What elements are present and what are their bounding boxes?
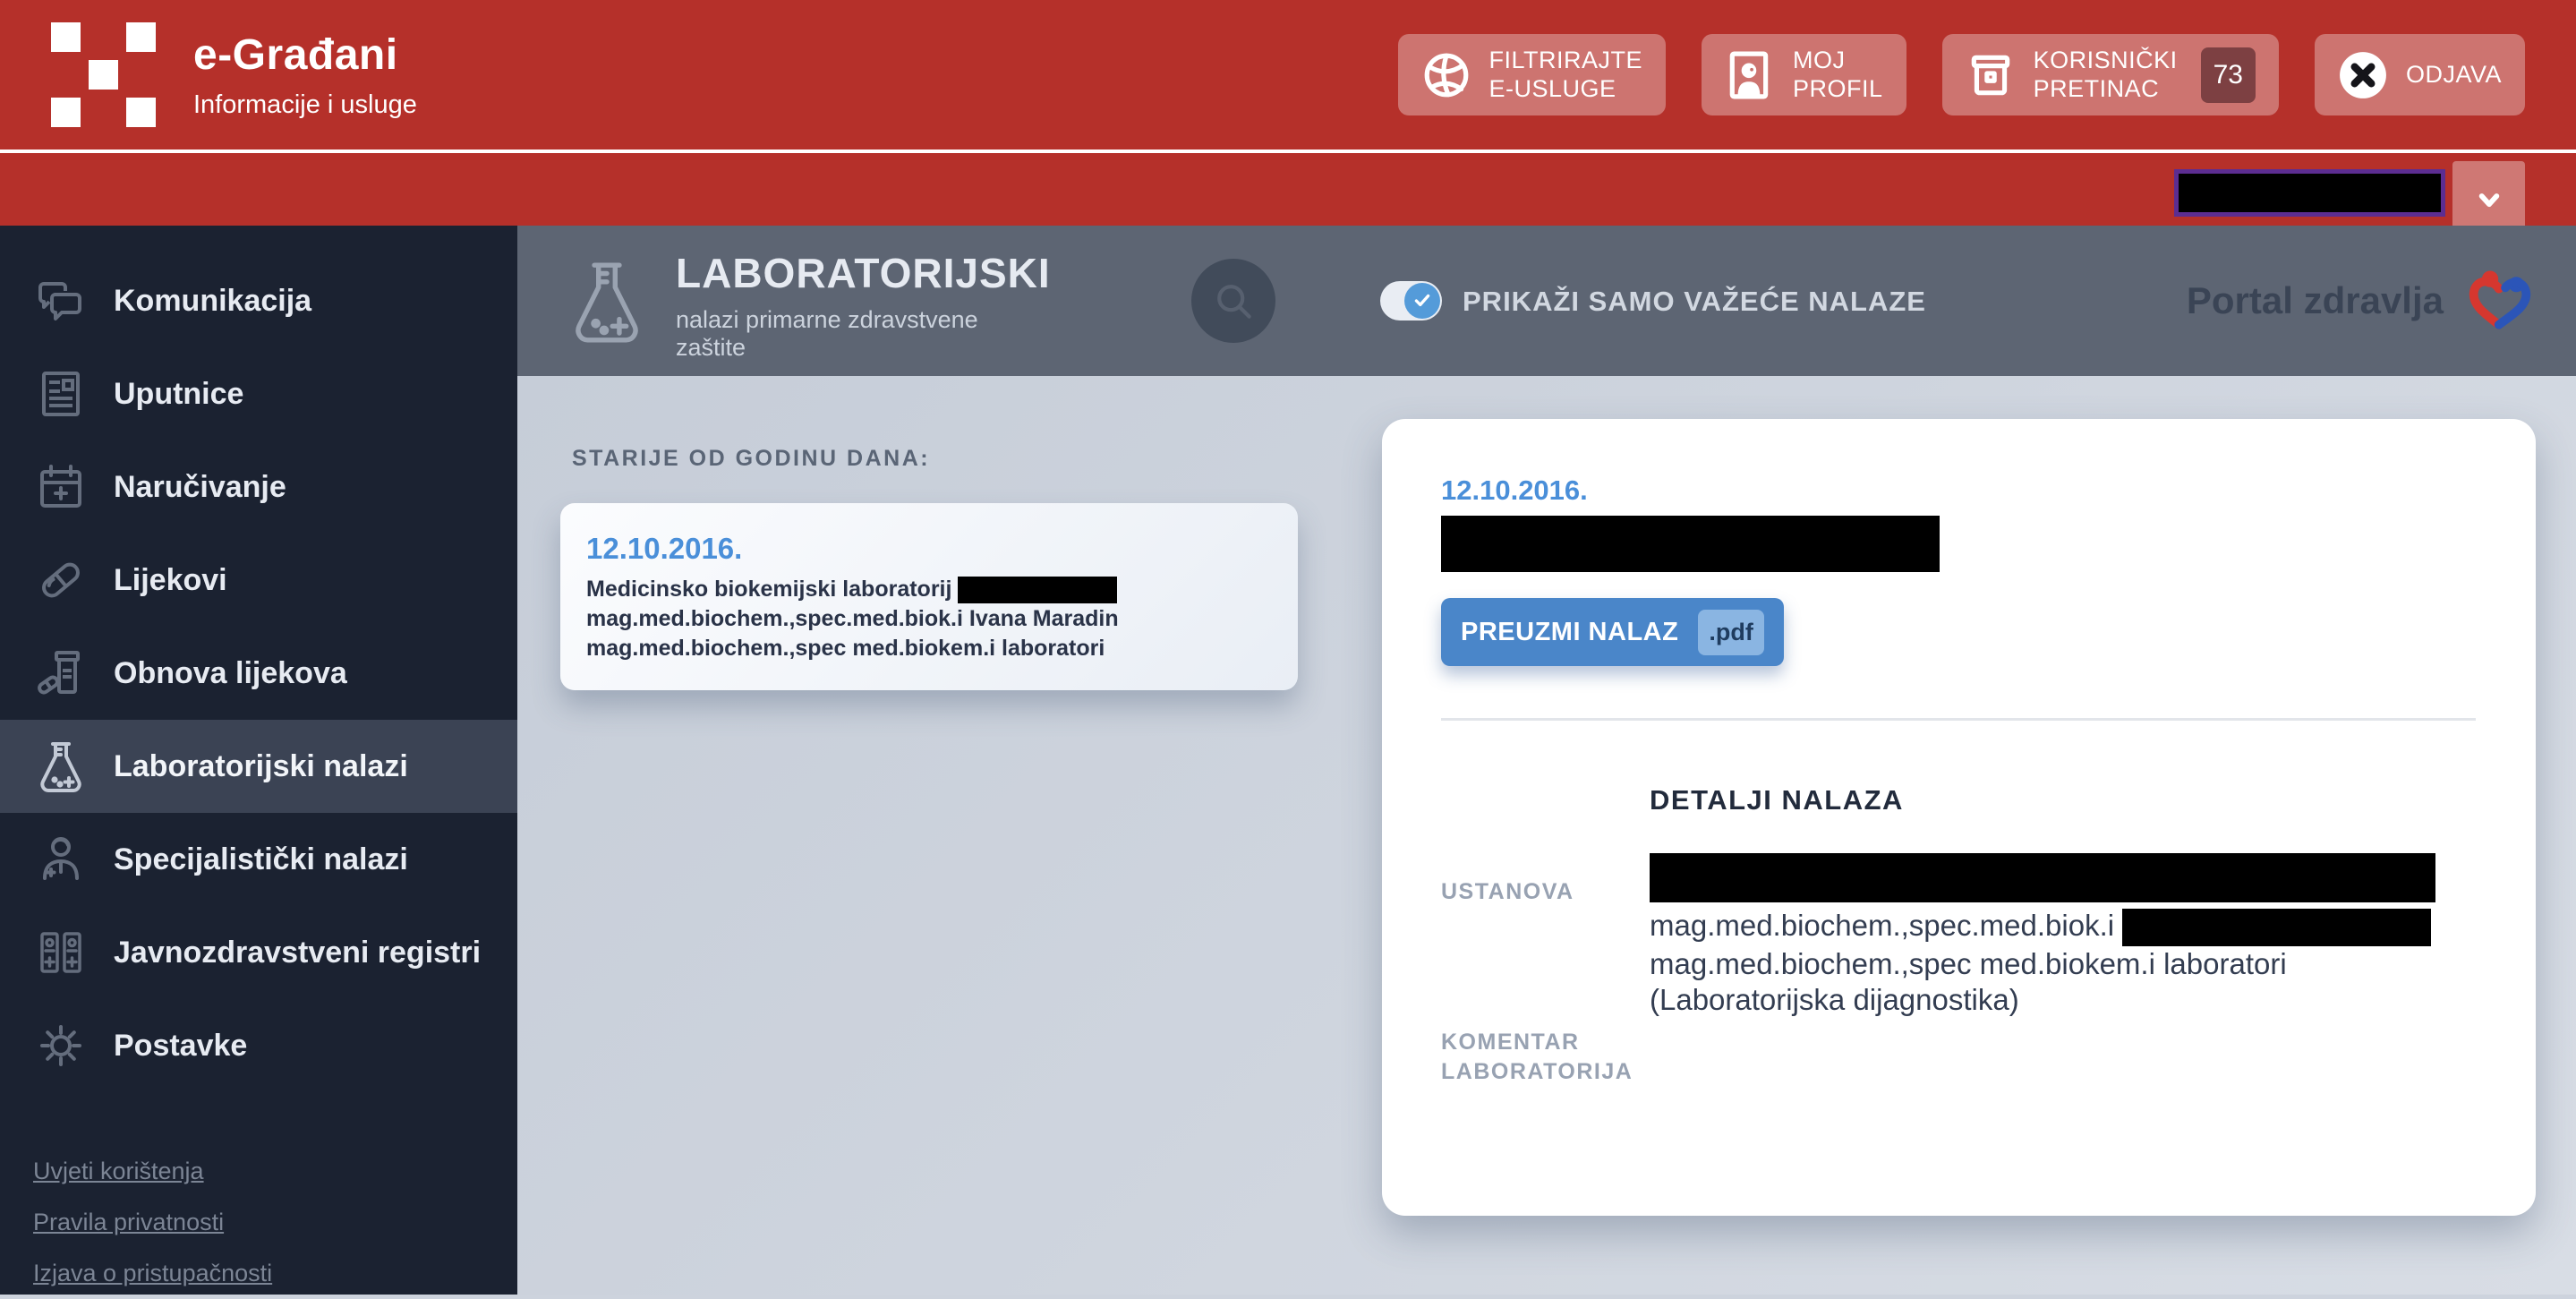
redacted-box: [958, 577, 1117, 603]
ustanova-line: mag.med.biochem.,spec.med.biok.i: [1650, 909, 2114, 942]
field-label-ustanova: USTANOVA: [1441, 877, 1629, 907]
result-line: mag.med.biochem.,spec.med.biok.i Ivana M…: [586, 606, 1119, 631]
button-label: PRETINAC: [2034, 75, 2160, 102]
pill-bottle-icon: [33, 645, 89, 701]
ustanova-line: (Laboratorijska dijagnostika): [1650, 983, 2019, 1016]
check-icon: [1412, 291, 1432, 311]
download-report-button[interactable]: PREUZMI NALAZ .pdf: [1441, 598, 1784, 666]
sidebar-item-lijekovi[interactable]: Lijekovi: [0, 534, 517, 627]
sidebar-item-uputnice[interactable]: Uputnice: [0, 347, 517, 440]
inbox-count-badge: 73: [2201, 47, 2256, 103]
content-area: STARIJE OD GODINU DANA: 12.10.2016. Medi…: [517, 376, 2576, 1295]
sidebar-item-label: Komunikacija: [114, 284, 311, 319]
sidebar-item-label: Specijalistički nalazi: [114, 842, 408, 877]
result-line: Medicinsko biokemijski laboratorij: [586, 577, 951, 602]
toggle-knob: [1404, 283, 1440, 319]
result-line: mag.med.biochem.,spec med.biokem.i labor…: [586, 636, 1105, 661]
sidebar-item-obnova-lijekova[interactable]: Obnova lijekova: [0, 627, 517, 720]
my-profile-button[interactable]: MOJ PROFIL: [1702, 34, 1906, 115]
sidebar-item-label: Naručivanje: [114, 470, 286, 505]
top-header: e-Građani Informacije i usluge FILTRIRAJ…: [0, 0, 2576, 150]
button-label: ODJAVA: [2406, 61, 2502, 88]
button-label: PROFIL: [1793, 75, 1883, 102]
results-section-label: STARIJE OD GODINU DANA:: [572, 446, 930, 472]
redacted-box: [1650, 853, 2435, 902]
link-pravila-privatnosti[interactable]: Pravila privatnosti: [33, 1197, 272, 1248]
logout-icon: [2338, 50, 2388, 100]
document-icon: [33, 366, 89, 422]
user-bar: [0, 153, 2576, 226]
profile-icon: [1725, 50, 1775, 100]
logout-button[interactable]: ODJAVA: [2315, 34, 2525, 115]
sidebar-item-javnozdravstveni-registri[interactable]: Javnozdravstveni registri: [0, 906, 517, 999]
detail-panel: 12.10.2016. PREUZMI NALAZ .pdf DETALJI N…: [1382, 419, 2536, 1216]
download-label: PREUZMI NALAZ: [1461, 618, 1678, 647]
sidebar-item-label: Uputnice: [114, 377, 243, 412]
link-izjava-o-pristupacnosti[interactable]: Izjava o pristupačnosti: [33, 1248, 272, 1299]
result-card[interactable]: 12.10.2016. Medicinsko biokemijski labor…: [560, 503, 1298, 690]
button-label: E-USLUGE: [1489, 75, 1616, 102]
app-title: e-Građani: [193, 30, 417, 80]
button-label: FILTRIRAJTE: [1489, 47, 1643, 73]
user-account-field-redacted[interactable]: [2174, 169, 2445, 217]
sidebar-item-label: Laboratorijski nalazi: [114, 749, 408, 784]
sidebar-item-label: Lijekovi: [114, 563, 227, 598]
checkerboard-logo-icon: [51, 22, 156, 127]
sidebar-item-narucivanje[interactable]: Naručivanje: [0, 440, 517, 534]
capsule-icon: [33, 552, 89, 608]
sidebar-item-postavke[interactable]: Postavke: [0, 999, 517, 1092]
user-inbox-button[interactable]: KORISNIČKI PRETINAC 73: [1942, 34, 2279, 115]
portal-zdravlja-brand: Portal zdravlja: [2187, 279, 2444, 322]
detail-date: 12.10.2016.: [1441, 474, 1588, 507]
gear-icon: [33, 1018, 89, 1073]
inbox-icon: [1966, 50, 2016, 100]
ustanova-line: mag.med.biochem.,spec med.biokem.i labor…: [1650, 947, 2287, 980]
pdf-badge: .pdf: [1698, 610, 1763, 655]
valid-results-toggle[interactable]: [1380, 281, 1442, 320]
flask-icon: [33, 739, 89, 794]
calendar-plus-icon: [33, 459, 89, 515]
field-value-ustanova: mag.med.biochem.,spec.med.biok.i mag.med…: [1650, 908, 2491, 1018]
field-label-komentar-laboratorija: KOMENTAR LABORATORIJA: [1441, 1028, 1629, 1087]
sidebar-item-label: Obnova lijekova: [114, 656, 347, 691]
sidebar: Komunikacija Uputnice Naručivanje: [0, 226, 517, 1295]
sidebar-item-laboratorijski-nalazi[interactable]: Laboratorijski nalazi: [0, 720, 517, 813]
sidebar-item-label: Javnozdravstveni registri: [114, 936, 481, 970]
result-description: Medicinsko biokemijski laboratorij mag.m…: [586, 575, 1284, 663]
flask-icon: [564, 256, 650, 349]
result-date: 12.10.2016.: [586, 532, 742, 566]
page-subtitle: nalazi primarne zdravstvene zaštite: [676, 306, 1025, 362]
sidebar-item-label: Postavke: [114, 1029, 247, 1064]
page-header-band: LABORATORIJSKI nalazi primarne zdravstve…: [517, 226, 2576, 376]
redacted-box: [2122, 909, 2431, 946]
divider: [1441, 718, 2476, 721]
egradani-logo[interactable]: e-Građani Informacije i usluge: [51, 22, 417, 127]
portal-zdravlja-heart-icon: [2465, 266, 2535, 336]
detail-section-title: DETALJI NALAZA: [1650, 784, 1904, 816]
registry-icon: [33, 925, 89, 980]
app-subtitle: Informacije i usluge: [193, 90, 417, 120]
globe-icon: [1421, 50, 1471, 100]
button-label: MOJ: [1793, 47, 1846, 73]
link-uvjeti-koristenja[interactable]: Uvjeti korištenja: [33, 1146, 272, 1197]
button-label: KORISNIČKI: [2034, 47, 2178, 73]
sidebar-item-specijalisticki-nalazi[interactable]: Specijalistički nalazi: [0, 813, 517, 906]
search-button[interactable]: [1191, 259, 1275, 343]
toggle-label: PRIKAŽI SAMO VAŽEĆE NALAZE: [1463, 286, 1926, 318]
page-title: LABORATORIJSKI: [676, 249, 1051, 297]
chat-icon: [33, 273, 89, 329]
sidebar-item-komunikacija[interactable]: Komunikacija: [0, 254, 517, 347]
filter-eservices-button[interactable]: FILTRIRAJTE E-USLUGE: [1398, 34, 1667, 115]
redacted-box: [1441, 516, 1940, 572]
chevron-down-icon: [2471, 183, 2507, 218]
doctor-icon: [33, 832, 89, 887]
search-icon: [1210, 278, 1257, 324]
